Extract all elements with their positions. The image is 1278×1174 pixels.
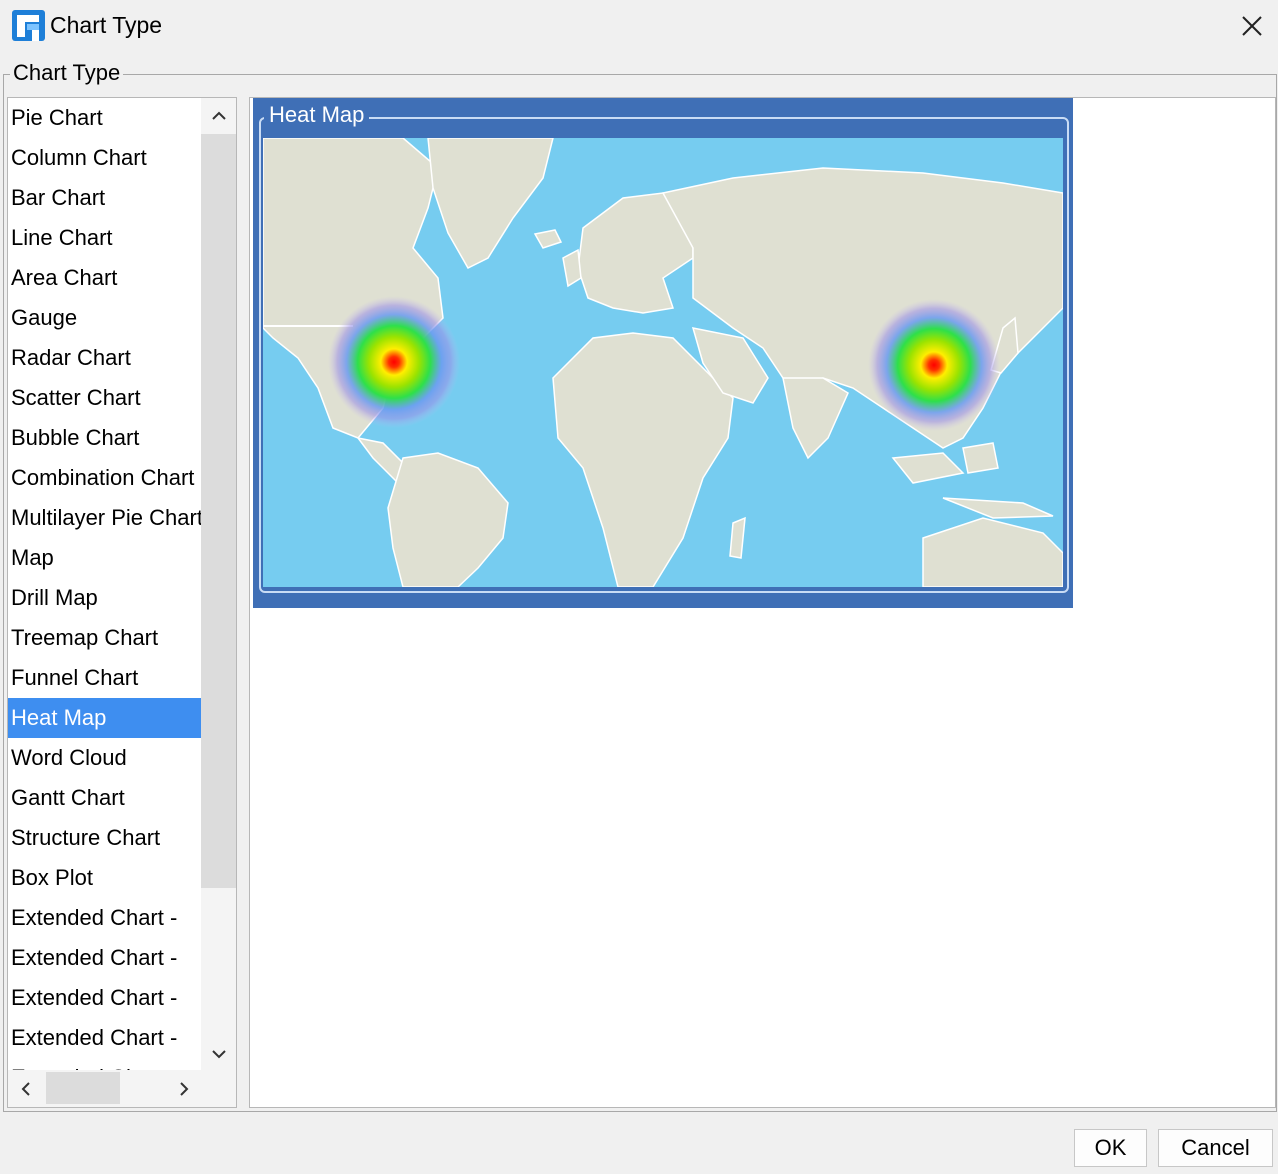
finereport-logo-icon xyxy=(12,10,45,41)
ok-button[interactable]: OK xyxy=(1074,1129,1147,1167)
title-bar: Chart Type xyxy=(0,0,1278,52)
scroll-right-icon[interactable] xyxy=(166,1070,202,1107)
chart-type-item[interactable]: Map xyxy=(8,538,201,578)
chart-type-item[interactable]: Bubble Chart xyxy=(8,418,201,458)
preview-label: Heat Map xyxy=(264,102,370,128)
cancel-button[interactable]: Cancel xyxy=(1158,1129,1273,1167)
horizontal-scroll-thumb[interactable] xyxy=(46,1072,120,1104)
chart-type-item[interactable]: Scatter Chart xyxy=(8,378,201,418)
chart-type-item[interactable]: Extended Chart - xyxy=(8,938,201,978)
close-icon[interactable] xyxy=(1232,6,1272,46)
window-title: Chart Type xyxy=(50,12,163,38)
chart-type-item[interactable]: Radar Chart xyxy=(8,338,201,378)
chart-type-item[interactable]: Extended Chart - xyxy=(8,1018,201,1058)
heat-spot-north-america xyxy=(328,296,460,428)
vertical-scroll-thumb[interactable] xyxy=(201,134,236,888)
chart-type-item[interactable]: Line Chart xyxy=(8,218,201,258)
chart-type-item[interactable]: Gauge xyxy=(8,298,201,338)
chart-type-list-items: Pie Chart Column Chart Bar Chart Line Chart… xyxy=(8,98,201,1070)
chart-type-item[interactable]: Heat Map xyxy=(8,698,201,738)
chart-type-item[interactable]: Word Cloud xyxy=(8,738,201,778)
chart-type-item[interactable]: Extended Chart - xyxy=(8,1058,201,1070)
chart-type-item[interactable]: Extended Chart - xyxy=(8,898,201,938)
chart-type-item[interactable]: Combination Chart xyxy=(8,458,201,498)
chart-type-item[interactable]: Column Chart xyxy=(8,138,201,178)
group-legend: Chart Type xyxy=(10,60,124,86)
chart-type-item[interactable]: Pie Chart xyxy=(8,98,201,138)
world-heat-map xyxy=(263,138,1063,587)
chart-type-item[interactable]: Area Chart xyxy=(8,258,201,298)
chart-type-item[interactable]: Drill Map xyxy=(8,578,201,618)
scroll-left-icon[interactable] xyxy=(8,1070,44,1107)
scroll-up-icon[interactable] xyxy=(201,98,236,134)
vertical-scrollbar[interactable] xyxy=(201,98,236,1070)
heat-spot-east-asia xyxy=(868,299,1000,431)
chart-type-list: Pie Chart Column Chart Bar Chart Line Chart… xyxy=(7,97,237,1108)
chart-type-item[interactable]: Box Plot xyxy=(8,858,201,898)
chart-type-item[interactable]: Funnel Chart xyxy=(8,658,201,698)
chart-type-item[interactable]: Structure Chart xyxy=(8,818,201,858)
chart-type-item[interactable]: Gantt Chart xyxy=(8,778,201,818)
chart-type-item[interactable]: Multilayer Pie Chart xyxy=(8,498,201,538)
chart-type-item[interactable]: Treemap Chart xyxy=(8,618,201,658)
scrollbar-corner xyxy=(201,1070,236,1107)
chart-type-item[interactable]: Extended Chart - xyxy=(8,978,201,1018)
horizontal-scrollbar[interactable] xyxy=(8,1070,201,1107)
chart-type-item[interactable]: Bar Chart xyxy=(8,178,201,218)
scroll-down-icon[interactable] xyxy=(201,1036,236,1072)
